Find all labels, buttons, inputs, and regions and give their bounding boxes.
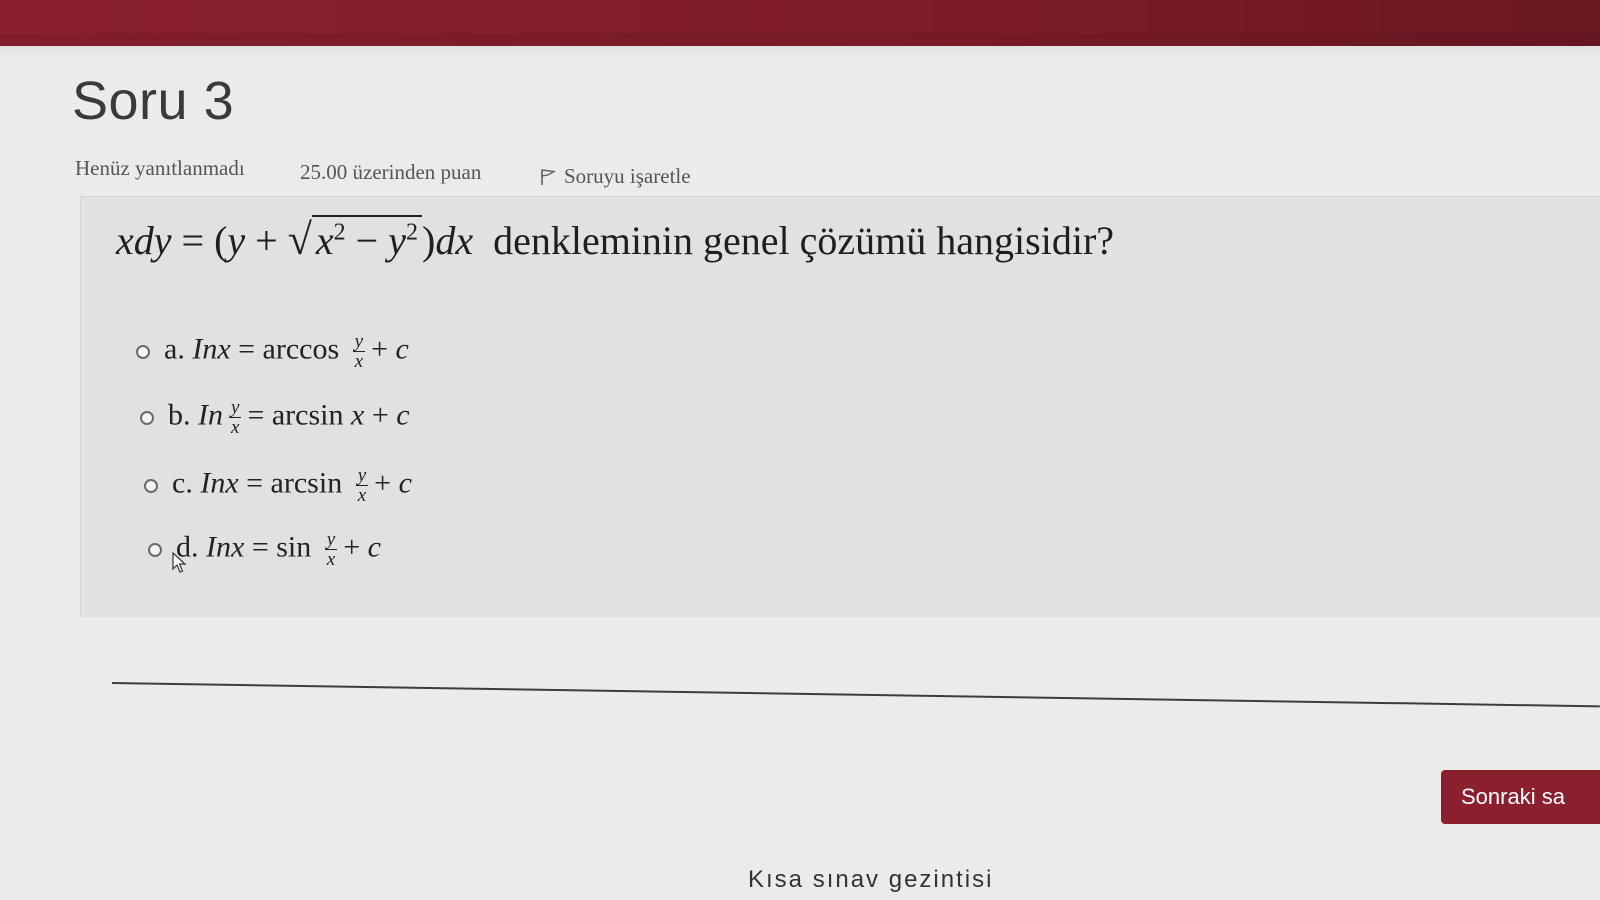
question-text: xdy = (y + √ x2 − y2)dx denkleminin genel… [116,214,1114,265]
flag-icon [540,168,556,186]
section-divider [111,682,1600,708]
answer-option-c[interactable]: c. Inx = arcsin y x + c [144,466,412,505]
radio-button-a[interactable] [136,344,150,359]
header-shadow [0,34,1600,58]
flag-question-link[interactable]: Soruyu işaretle [540,164,691,189]
mouse-pointer-icon [172,551,188,579]
radio-button-d[interactable] [148,542,162,557]
question-points: 25.00 üzerinden puan [300,160,482,184]
question-status: Henüz yanıtlanmadı [75,156,245,180]
next-page-button[interactable]: Sonraki sa [1441,770,1600,824]
radio-button-b[interactable] [140,410,154,425]
quiz-navigation-link[interactable]: Kısa sınav gezintisi [748,866,993,894]
flag-question-label: Soruyu işaretle [564,164,691,188]
answer-option-a[interactable]: a. Inx = arccos y x + c [136,332,409,371]
option-label-b: b. In y x = arcsin x + c [168,397,410,438]
question-equation: xdy = (y + √ x2 − y2)dx [116,215,474,264]
answer-option-b[interactable]: b. In y x = arcsin x + c [140,398,410,437]
option-label-a: a. Inx = arccos y x + c [164,331,409,372]
question-title: Soru 3 [72,71,235,131]
radio-button-c[interactable] [144,478,158,493]
option-label-d: d. Inx = sin y x + c [176,529,381,570]
option-label-c: c. Inx = arcsin y x + c [172,465,412,506]
question-prompt: denkleminin genel çözümü hangisidir? [493,218,1115,263]
